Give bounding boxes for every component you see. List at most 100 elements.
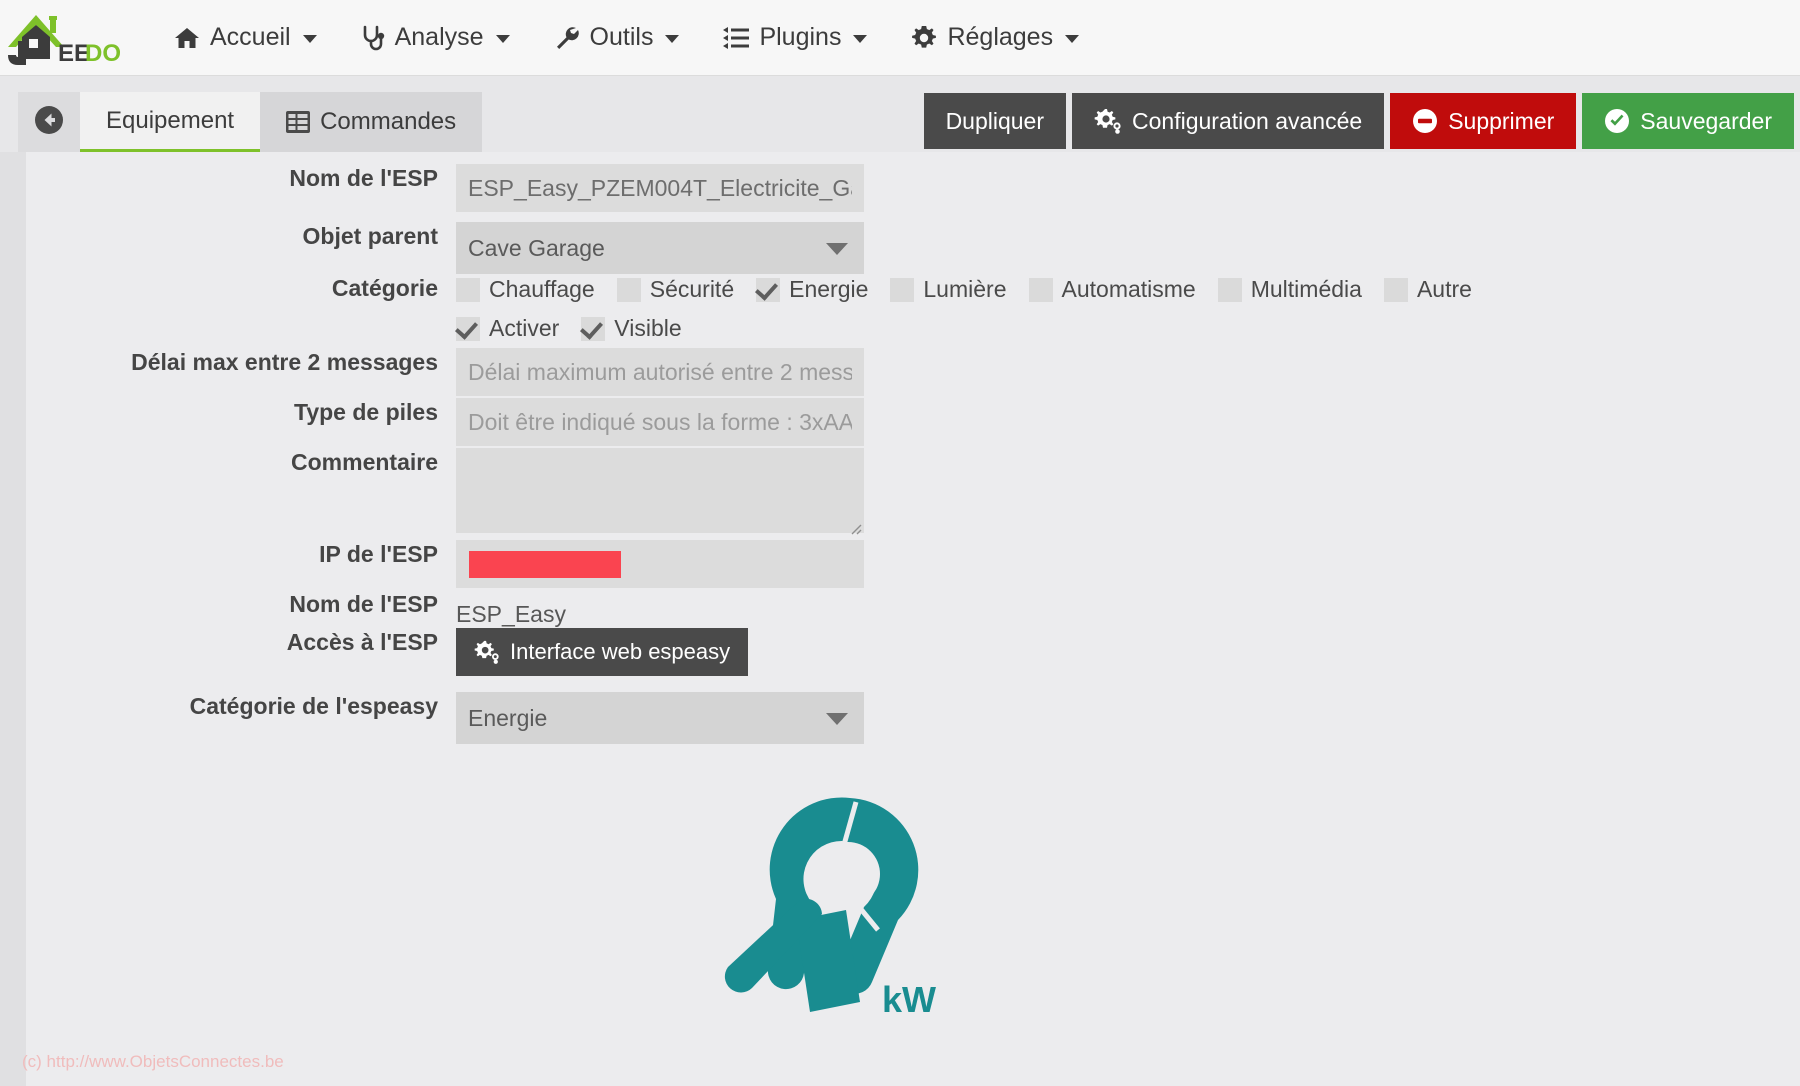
control-nom-esp (456, 164, 864, 212)
checkbox-activer-box[interactable] (456, 316, 480, 341)
nav-item-analyse[interactable]: Analyse (339, 0, 532, 76)
checkbox-autre-label: Autre (1416, 276, 1472, 302)
top-navigation-bar: EE DOM Accueil Analyse (0, 0, 1800, 76)
label-acces-esp: Accès à l'ESP (286, 629, 438, 655)
delai-input[interactable] (456, 348, 864, 396)
label-commentaire: Commentaire (291, 449, 438, 475)
field-row-nom-esp: Nom de l'ESP (26, 164, 864, 212)
label-delai: Délai max entre 2 messages (131, 349, 438, 375)
nav-item-accueil[interactable]: Accueil (152, 0, 339, 76)
field-row-commentaire: Commentaire (26, 448, 864, 538)
field-row-type-piles: Type de piles (26, 398, 864, 446)
checkbox-securite-box[interactable] (616, 277, 641, 302)
label-categorie: Catégorie (331, 275, 438, 301)
clamp-meter-logo: kW (700, 790, 960, 1020)
checkbox-energie[interactable]: Energie (756, 276, 868, 303)
field-row-objet-parent: Objet parent Cave Garage (26, 222, 864, 274)
label-objet-parent: Objet parent (302, 223, 438, 249)
nom-esp-input[interactable] (456, 164, 864, 212)
duplicate-button-label: Dupliquer (945, 107, 1045, 134)
checkbox-chauffage-label: Chauffage (489, 276, 595, 302)
label-ip-esp: IP de l'ESP (319, 541, 438, 567)
stethoscope-icon (361, 25, 385, 51)
left-side-strip (0, 152, 26, 1086)
nav-item-reglages-label: Réglages (947, 23, 1054, 51)
chevron-down-icon (1065, 35, 1080, 43)
nav-item-plugins-label: Plugins (759, 23, 842, 51)
checkbox-visible-box[interactable] (581, 316, 606, 341)
commentaire-textarea[interactable] (456, 448, 864, 533)
flags-checkbox-group: Activer Visible (456, 315, 1494, 342)
table-icon (286, 111, 311, 133)
interface-web-espeasy-button[interactable]: Interface web espeasy (456, 628, 749, 676)
tab-bar: Equipement Commandes (18, 92, 483, 152)
tab-equipement-label: Equipement (106, 106, 235, 134)
objet-parent-select[interactable]: Cave Garage (456, 222, 864, 274)
duplicate-button[interactable]: Dupliquer (923, 93, 1067, 149)
field-row-ip-esp: IP de l'ESP (26, 540, 864, 588)
type-piles-input[interactable] (456, 398, 864, 446)
field-row-acces-esp: Accès à l'ESP Interface web espeasy (26, 628, 749, 676)
control-acces-esp: Interface web espeasy (456, 628, 749, 676)
jeedom-logo-mark: EE DOM (8, 14, 120, 67)
chevron-down-icon (302, 35, 317, 43)
checkbox-automatisme[interactable]: Automatisme (1028, 276, 1196, 303)
chevron-down-icon (665, 35, 680, 43)
back-button[interactable] (18, 92, 80, 152)
nav-item-analyse-label: Analyse (394, 23, 484, 51)
tab-equipement[interactable]: Equipement (80, 92, 261, 152)
categorie-espeasy-select[interactable]: Energie (456, 692, 864, 744)
nav-item-plugins[interactable]: Plugins (701, 0, 889, 76)
nav-items: Accueil Analyse Outils Plugins Réglages (152, 0, 1101, 76)
label-nom-esp-readonly: Nom de l'ESP (289, 591, 438, 617)
checkbox-automatisme-label: Automatisme (1061, 276, 1196, 302)
delete-button[interactable]: Supprimer (1390, 93, 1577, 149)
control-objet-parent: Cave Garage (456, 222, 864, 274)
checkbox-lumiere[interactable]: Lumière (890, 276, 1007, 303)
field-row-categorie-espeasy: Catégorie de l'espeasy Energie (26, 692, 864, 744)
checkbox-autre-box[interactable] (1383, 277, 1408, 302)
checkbox-energie-label: Energie (789, 276, 869, 302)
home-icon (174, 26, 200, 50)
save-button[interactable]: Sauvegarder (1582, 93, 1794, 149)
advanced-configuration-button[interactable]: Configuration avancée (1072, 93, 1385, 149)
checkbox-visible[interactable]: Visible (581, 315, 682, 342)
objet-parent-value: Cave Garage (468, 234, 605, 261)
control-commentaire (456, 448, 864, 538)
checkbox-autre[interactable]: Autre (1383, 276, 1472, 303)
categorie-espeasy-value: Energie (468, 704, 548, 731)
chevron-down-icon (826, 243, 848, 255)
tab-commandes[interactable]: Commandes (260, 92, 483, 152)
checkbox-securite[interactable]: Sécurité (616, 276, 734, 303)
checkbox-lumiere-label: Lumière (923, 276, 1007, 302)
clamp-unit-label: kW (882, 979, 936, 1020)
redaction-overlay (469, 551, 621, 578)
gear-icon (911, 25, 937, 51)
nav-item-outils[interactable]: Outils (532, 0, 702, 76)
nav-item-reglages[interactable]: Réglages (889, 0, 1101, 76)
control-type-piles (456, 398, 864, 446)
checkbox-activer[interactable]: Activer (456, 315, 559, 342)
jeedom-logo[interactable]: EE DOM (0, 0, 122, 76)
checkbox-chauffage[interactable]: Chauffage (456, 276, 595, 303)
advanced-configuration-label: Configuration avancée (1132, 107, 1363, 134)
save-button-label: Sauvegarder (1640, 107, 1772, 134)
checkbox-multimedia[interactable]: Multimédia (1217, 276, 1362, 303)
checkbox-chauffage-box[interactable] (456, 277, 480, 302)
checkbox-lumiere-box[interactable] (890, 277, 915, 302)
list-icon (723, 26, 750, 49)
clamp-meter-icon: kW (724, 797, 936, 1020)
checkbox-multimedia-label: Multimédia (1250, 276, 1362, 302)
checkbox-automatisme-box[interactable] (1028, 277, 1053, 302)
label-nom-esp: Nom de l'ESP (289, 165, 438, 191)
control-ip-esp (456, 540, 864, 588)
interface-web-espeasy-label: Interface web espeasy (510, 639, 731, 664)
checkbox-multimedia-box[interactable] (1217, 277, 1242, 302)
tab-commandes-label: Commandes (320, 108, 457, 135)
checkbox-energie-box[interactable] (756, 277, 781, 302)
nav-item-accueil-label: Accueil (210, 23, 291, 51)
label-categorie-espeasy: Catégorie de l'espeasy (189, 693, 438, 719)
nav-item-outils-label: Outils (589, 23, 654, 51)
delete-button-label: Supprimer (1448, 107, 1555, 134)
chevron-down-icon (826, 713, 848, 725)
